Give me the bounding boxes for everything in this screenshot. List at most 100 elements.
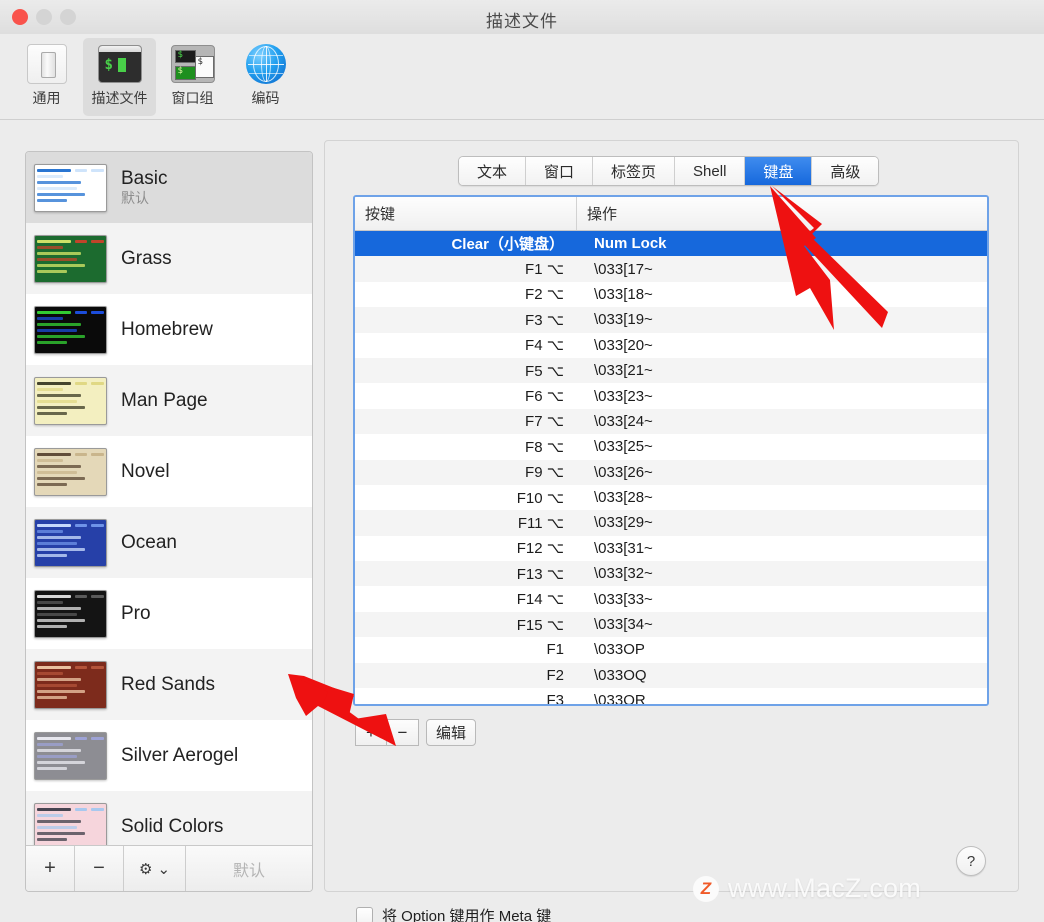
add-profile-button[interactable]: + (26, 846, 75, 891)
profile-list-item[interactable]: Basic 默认 (26, 152, 312, 223)
cell-action: \033[24~ (594, 412, 653, 430)
settings-tab-键盘[interactable]: 键盘 (745, 157, 813, 185)
settings-tab-bar[interactable]: 文本 窗口 标签页 Shell 键盘 高级 (458, 156, 880, 186)
profile-thumbnail (34, 376, 107, 425)
option-as-meta-checkbox-row[interactable]: 将 Option 键用作 Meta 键 (356, 905, 551, 922)
profile-list-item[interactable]: Pro (26, 578, 312, 649)
table-row[interactable]: F12 ⌥ \033[31~ (355, 535, 987, 562)
settings-tab-高级[interactable]: 高级 (812, 157, 879, 185)
settings-tab-Shell[interactable]: Shell (675, 157, 746, 185)
title-bar: 描述文件 (0, 0, 1044, 34)
cell-key: F1 ⌥ (525, 261, 564, 279)
key-mappings-table[interactable]: 按键 操作 Clear（小键盘） Num Lock F1 ⌥ \033[17~ F2 ⌥… (353, 195, 989, 706)
profile-name: Pro (121, 602, 151, 624)
profile-thumbnail (34, 163, 107, 212)
settings-tab-窗口[interactable]: 窗口 (526, 157, 594, 185)
cell-key: F5 ⌥ (525, 362, 564, 380)
profile-sidebar: Basic 默认 Grass Homebrew Man Page Novel Ocean Pr… (25, 151, 313, 892)
remove-profile-button[interactable]: − (75, 846, 124, 891)
cell-action: \033[18~ (594, 285, 653, 303)
profile-name: Ocean (121, 531, 177, 553)
table-row[interactable]: F8 ⌥ \033[25~ (355, 434, 987, 460)
set-default-profile-button[interactable]: 默认 (186, 846, 312, 891)
profile-name: Homebrew (121, 318, 213, 340)
table-row[interactable]: Clear（小键盘） Num Lock (355, 231, 987, 257)
profile-list[interactable]: Basic 默认 Grass Homebrew Man Page Novel Ocean Pr… (26, 152, 312, 845)
settings-tab-标签页[interactable]: 标签页 (593, 157, 676, 185)
profile-thumbnail (34, 731, 107, 780)
table-row[interactable]: F13 ⌥ \033[32~ (355, 561, 987, 587)
profile-thumbnail (34, 447, 107, 496)
profile-name-block: Homebrew (121, 319, 213, 341)
cell-action: \033[20~ (594, 336, 653, 354)
cell-action: \033[19~ (594, 311, 653, 329)
profile-name-block: Pro (121, 603, 151, 625)
cell-action: \033[33~ (594, 590, 653, 608)
option-as-meta-checkbox[interactable] (356, 907, 373, 922)
profile-list-item[interactable]: Homebrew (26, 294, 312, 365)
cell-action: \033OR (594, 692, 646, 704)
remove-key-mapping-button[interactable]: − (387, 719, 419, 746)
profile-name-block: Grass (121, 248, 172, 270)
table-row[interactable]: F4 ⌥ \033[20~ (355, 332, 987, 358)
settings-tab-文本[interactable]: 文本 (459, 157, 527, 185)
table-row[interactable]: F11 ⌥ \033[29~ (355, 510, 987, 536)
profile-thumbnail (34, 518, 107, 567)
cell-key: F10 ⌥ (516, 489, 564, 507)
help-button[interactable]: ? (956, 846, 986, 876)
table-body[interactable]: Clear（小键盘） Num Lock F1 ⌥ \033[17~ F2 ⌥ \033[1… (355, 231, 987, 704)
toolbar-label-general: 通用 (32, 90, 61, 106)
option-as-meta-label: 将 Option 键用作 Meta 键 (382, 908, 552, 922)
cell-key: F3 (546, 692, 564, 704)
table-row[interactable]: F6 ⌥ \033[23~ (355, 383, 987, 409)
table-row[interactable]: F2 ⌥ \033[18~ (355, 281, 987, 308)
table-row[interactable]: F10 ⌥ \033[28~ (355, 484, 987, 511)
globe-icon (243, 44, 289, 84)
profile-name-block: Red Sands (121, 674, 215, 696)
table-row[interactable]: F1 \033OP (355, 637, 987, 663)
profile-name: Silver Aerogel (121, 744, 239, 766)
profile-list-item[interactable]: Red Sands (26, 649, 312, 720)
profile-name-block: Ocean (121, 532, 177, 554)
cell-key: F2 ⌥ (525, 286, 564, 304)
profile-list-item[interactable]: Man Page (26, 365, 312, 436)
table-row[interactable]: F5 ⌥ \033[21~ (355, 357, 987, 384)
cell-key: F3 ⌥ (525, 311, 564, 329)
profile-list-item[interactable]: Ocean (26, 507, 312, 578)
profile-name-block: Silver Aerogel (121, 745, 238, 767)
toolbar-label-window-groups: 窗口组 (171, 90, 214, 106)
toolbar-item-window-groups[interactable]: 窗口组 (156, 38, 229, 116)
profile-list-item[interactable]: Grass (26, 223, 312, 294)
cell-key: F14 ⌥ (516, 591, 564, 609)
table-row[interactable]: F1 ⌥ \033[17~ (355, 256, 987, 282)
toolbar-label-encodings: 编码 (251, 90, 280, 106)
profile-list-item[interactable]: Novel (26, 436, 312, 507)
table-row[interactable]: F3 ⌥ \033[19~ (355, 307, 987, 333)
table-row[interactable]: F14 ⌥ \033[33~ (355, 586, 987, 612)
profile-name: Basic (121, 168, 168, 189)
edit-key-mapping-button[interactable]: 编辑 (426, 719, 477, 746)
cell-action: \033[29~ (594, 514, 653, 532)
cell-action: \033[28~ (594, 489, 653, 507)
toolbar-item-profiles[interactable]: $ 描述文件 (83, 38, 156, 116)
cell-key: F2 (546, 666, 564, 684)
profile-list-item[interactable]: Silver Aerogel (26, 720, 312, 791)
column-header-action[interactable]: 操作 (576, 197, 987, 230)
add-key-mapping-button[interactable]: + (355, 719, 387, 746)
toolbar-item-encodings[interactable]: 编码 (229, 38, 302, 116)
window-group-icon (170, 44, 216, 84)
profile-name: Grass (121, 247, 172, 269)
profile-name: Solid Colors (121, 815, 224, 837)
cell-key: F12 ⌥ (516, 540, 564, 558)
table-row[interactable]: F9 ⌥ \033[26~ (355, 459, 987, 485)
profile-actions-button[interactable]: ⚙ ⌄ (124, 846, 186, 891)
table-row[interactable]: F3 \033OR (355, 688, 987, 704)
table-row[interactable]: F15 ⌥ \033[34~ (355, 611, 987, 638)
cell-key: Clear（小键盘） (451, 236, 564, 254)
toolbar-item-general[interactable]: 通用 (10, 38, 83, 116)
table-row[interactable]: F2 \033OQ (355, 662, 987, 689)
profile-list-item[interactable]: Solid Colors (26, 791, 312, 845)
column-header-key[interactable]: 按键 (355, 197, 576, 230)
cell-key: F11 ⌥ (517, 514, 564, 532)
table-row[interactable]: F7 ⌥ \033[24~ (355, 408, 987, 435)
